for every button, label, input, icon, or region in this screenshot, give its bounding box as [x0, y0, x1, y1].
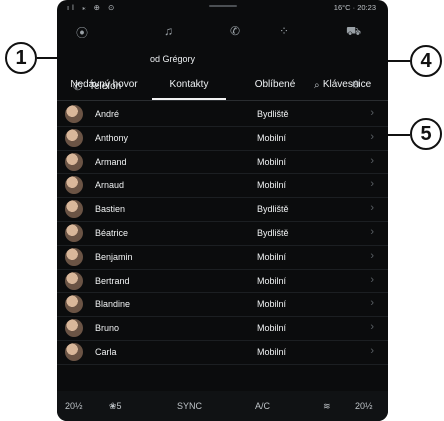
contact-number-type: Mobilní — [257, 156, 287, 167]
callout-1: 1 — [5, 42, 37, 74]
contact-row[interactable]: Bruno Mobilní › — [57, 317, 388, 341]
sync-button[interactable]: SYNC — [177, 401, 202, 411]
chevron-right-icon[interactable]: › — [370, 321, 374, 333]
ac-button[interactable]: A/C — [255, 401, 270, 411]
contact-name: Armand — [95, 156, 127, 167]
contact-row[interactable]: Armand Mobilní › — [57, 151, 388, 175]
chevron-right-icon[interactable]: › — [370, 178, 374, 190]
callout-5: 5 — [410, 118, 442, 150]
contact-row[interactable]: Béatrice Bydliště › — [57, 222, 388, 246]
callout-4: 4 — [410, 45, 442, 77]
chevron-right-icon[interactable]: › — [370, 202, 374, 214]
contact-name: Carla — [95, 346, 117, 357]
tab-recent-calls[interactable]: Nedávný hovor — [63, 52, 145, 100]
car-icon[interactable]: ⛟ — [346, 24, 361, 40]
avatar — [65, 105, 83, 123]
right-temperature[interactable]: 20½ — [355, 401, 373, 411]
phone-app-screen: ıl ⁎ ⊕ ⊙ 16°C · 20:23 ⦿ ♫ ✆ ⁘ ⛟ ✆ Telefo… — [57, 0, 388, 421]
status-icons: ıl ⁎ ⊕ ⊙ — [67, 3, 118, 12]
chevron-right-icon[interactable]: › — [370, 297, 374, 309]
contact-number-type: Bydliště — [257, 227, 289, 238]
contact-number-type: Mobilní — [257, 299, 287, 310]
temp-time: 16°C · 20:23 — [333, 3, 376, 12]
chevron-right-icon[interactable]: › — [370, 107, 374, 119]
avatar — [65, 342, 83, 361]
contact-row[interactable]: Bastien Bydliště › — [57, 198, 388, 222]
contact-name: Béatrice — [95, 227, 129, 238]
tab-divider — [57, 100, 388, 101]
contact-number-type: Bydliště — [257, 109, 289, 119]
avatar — [65, 176, 83, 195]
tab-favorites[interactable]: Oblíbené — [235, 52, 315, 100]
contact-row[interactable]: Carla Mobilní › — [57, 341, 388, 365]
contact-number-type: Mobilní — [257, 346, 287, 357]
climate-bar: 20½ ❀5 SYNC A/C ≋ 20½ — [57, 391, 388, 421]
chevron-right-icon[interactable]: › — [370, 226, 374, 238]
chevron-right-icon[interactable]: › — [370, 155, 374, 167]
chevron-right-icon[interactable]: › — [370, 345, 374, 357]
contact-row[interactable]: Benjamin Mobilní › — [57, 246, 388, 270]
left-temperature[interactable]: 20½ — [65, 401, 83, 411]
avatar — [65, 247, 83, 266]
avatar — [65, 223, 83, 242]
contact-number-type: Bydliště — [257, 204, 289, 215]
contact-name: André — [95, 109, 120, 119]
contact-name: Benjamin — [95, 251, 133, 262]
seat-heat-icon[interactable]: ≋ — [323, 401, 331, 412]
contact-row[interactable]: Bertrand Mobilní › — [57, 270, 388, 294]
tab-bar: Nedávný hovor Kontakty Oblíbené Klávesni… — [57, 52, 388, 100]
drawer-handle[interactable] — [209, 5, 237, 7]
chevron-right-icon[interactable]: › — [370, 250, 374, 262]
avatar — [65, 295, 83, 314]
music-icon[interactable]: ♫ — [164, 24, 173, 38]
fan-speed[interactable]: ❀5 — [109, 401, 122, 412]
contacts-list: André Bydliště › Anthony Mobilní › Armand Mobil… — [57, 103, 388, 365]
avatar — [65, 128, 83, 147]
contact-name: Bertrand — [95, 275, 130, 286]
status-bar: ıl ⁎ ⊕ ⊙ 16°C · 20:23 — [57, 0, 388, 14]
contact-name: Bruno — [95, 323, 120, 334]
tab-keypad[interactable]: Klávesnice — [309, 52, 385, 100]
contact-row[interactable]: Anthony Mobilní › — [57, 127, 388, 151]
phone-icon[interactable]: ✆ — [230, 24, 240, 38]
contact-name: Anthony — [95, 132, 129, 143]
app-shortcuts-bar: ⦿ ♫ ✆ ⁘ ⛟ — [57, 14, 388, 54]
location-pin-icon[interactable]: ⦿ — [76, 24, 88, 41]
contact-number-type: Mobilní — [257, 323, 287, 334]
contact-number-type: Mobilní — [257, 180, 287, 191]
contact-number-type: Mobilní — [257, 251, 287, 262]
contact-name: Bastien — [95, 204, 126, 215]
contact-row[interactable]: Arnaud Mobilní › — [57, 174, 388, 199]
chevron-right-icon[interactable]: › — [370, 131, 374, 143]
avatar — [65, 152, 83, 171]
chevron-right-icon[interactable]: › — [370, 274, 374, 286]
contact-number-type: Mobilní — [257, 275, 287, 286]
avatar — [65, 271, 83, 290]
apps-grid-icon[interactable]: ⁘ — [279, 24, 289, 38]
contact-name: Arnaud — [95, 180, 125, 191]
avatar — [65, 319, 83, 338]
avatar — [65, 200, 83, 219]
contact-row[interactable]: Blandine Mobilní › — [57, 293, 388, 318]
contact-row[interactable]: André Bydliště › — [57, 103, 388, 127]
tab-contacts[interactable]: Kontakty — [150, 52, 228, 100]
contact-name: Blandine — [95, 299, 131, 310]
contact-number-type: Mobilní — [257, 132, 287, 143]
